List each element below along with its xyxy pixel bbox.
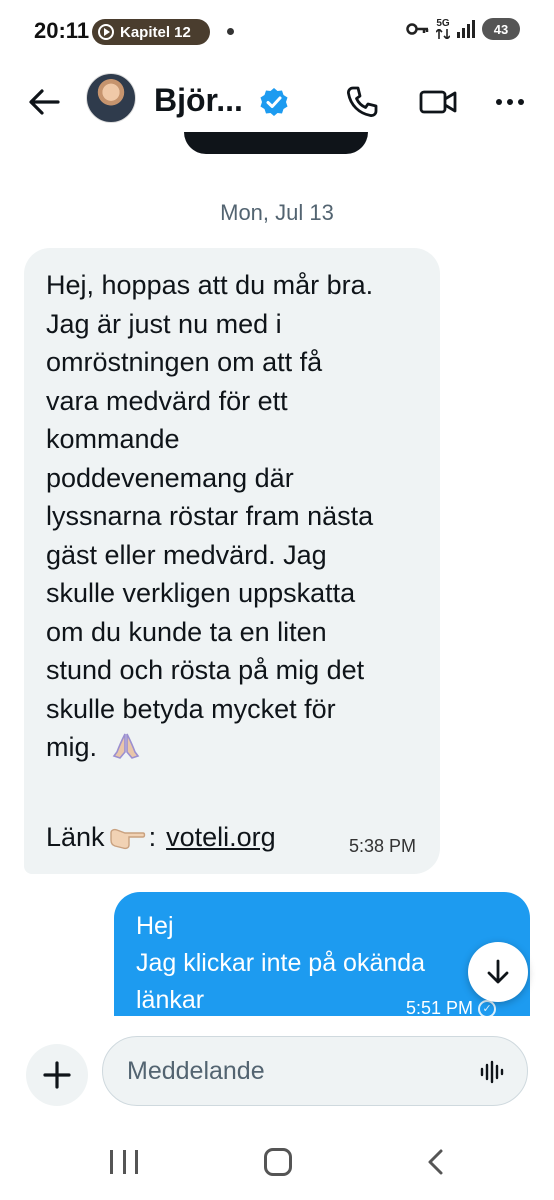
signal-icon [457,20,475,38]
chat-header: Björ... [0,64,554,138]
status-bar: 20:11 Kapitel 12 5G 43 [0,0,554,64]
link-separator: : [148,822,157,852]
status-time: 20:11 [34,18,90,43]
notification-dot-icon [227,28,234,35]
folded-hands-icon [112,733,139,759]
arrow-down-icon [487,959,509,984]
scroll-to-bottom-button[interactable] [468,942,528,1002]
home-icon[interactable] [264,1148,292,1176]
link-row: Länk : voteli.org [46,822,276,853]
message-line: vara medvärd för ett [46,385,288,416]
message-link[interactable]: voteli.org [166,822,276,853]
key-icon [406,23,429,35]
chapter-label: Kapitel 12 [120,23,191,41]
dot [507,99,513,105]
message-line: mig. [46,732,98,762]
message-line: om du kunde ta en liten [46,616,327,647]
message-line: omröstningen om att få [46,347,323,377]
pointing-hand-icon [109,828,145,849]
system-nav-bar [0,1126,554,1200]
dot [518,99,524,105]
battery-icon: 43 [482,18,520,40]
nav-back-icon[interactable] [424,1148,446,1176]
seen-check-icon: ✓ [478,999,497,1018]
recent-apps-icon[interactable] [110,1150,138,1174]
verified-badge-icon [260,88,288,116]
contact-name[interactable]: Björ... [154,82,243,119]
back-arrow-icon[interactable] [24,82,64,122]
message-input[interactable] [127,1055,457,1087]
message-line: poddevenemang där [46,462,294,493]
phone-icon[interactable] [344,84,380,120]
more-options-icon[interactable] [492,84,528,120]
bar [135,1150,138,1174]
add-attachment-button[interactable] [26,1044,88,1106]
status-icons: 5G 43 [406,18,520,40]
link-prefix: Länk [46,822,105,852]
message-line: gäst eller medvärd. Jag [46,539,327,570]
date-separator: Mon, Jul 13 [220,200,334,225]
bar [122,1150,126,1174]
plus-icon [43,1061,71,1089]
dot [496,99,502,105]
message-line: Hej [136,912,174,940]
avatar[interactable] [86,73,136,123]
video-camera-icon[interactable] [418,84,458,120]
message-line: Hej, hoppas att du mår bra. [46,270,374,300]
network-label: 5G [436,18,450,29]
previous-message-attachment[interactable] [184,132,368,154]
play-icon [98,24,114,40]
message-line: skulle betyda mycket för [46,693,336,724]
message-line: kommande [46,424,180,454]
incoming-message-text: Hej, hoppas att du mår bra. Jag är just … [46,266,426,767]
media-chapter-pill[interactable]: Kapitel 12 [92,19,210,45]
message-composer [0,1016,554,1126]
incoming-message-bubble[interactable]: Hej, hoppas att du mår bra. Jag är just … [24,248,440,874]
message-line-last: mig. [46,728,426,767]
voice-message-icon[interactable] [479,1059,505,1085]
message-line: lyssnarna röstar fram nästa [46,501,374,531]
message-line: stund och rösta på mig det [46,655,365,685]
message-line: skulle verkligen uppskatta [46,578,356,608]
message-field[interactable] [102,1036,528,1106]
message-line: Jag är just nu med i [46,308,282,339]
network-type-icon: 5G [436,19,450,39]
message-line: Jag klickar inte på okända [136,949,426,977]
bar [110,1150,113,1174]
incoming-message-time: 5:38 PM [348,836,416,856]
